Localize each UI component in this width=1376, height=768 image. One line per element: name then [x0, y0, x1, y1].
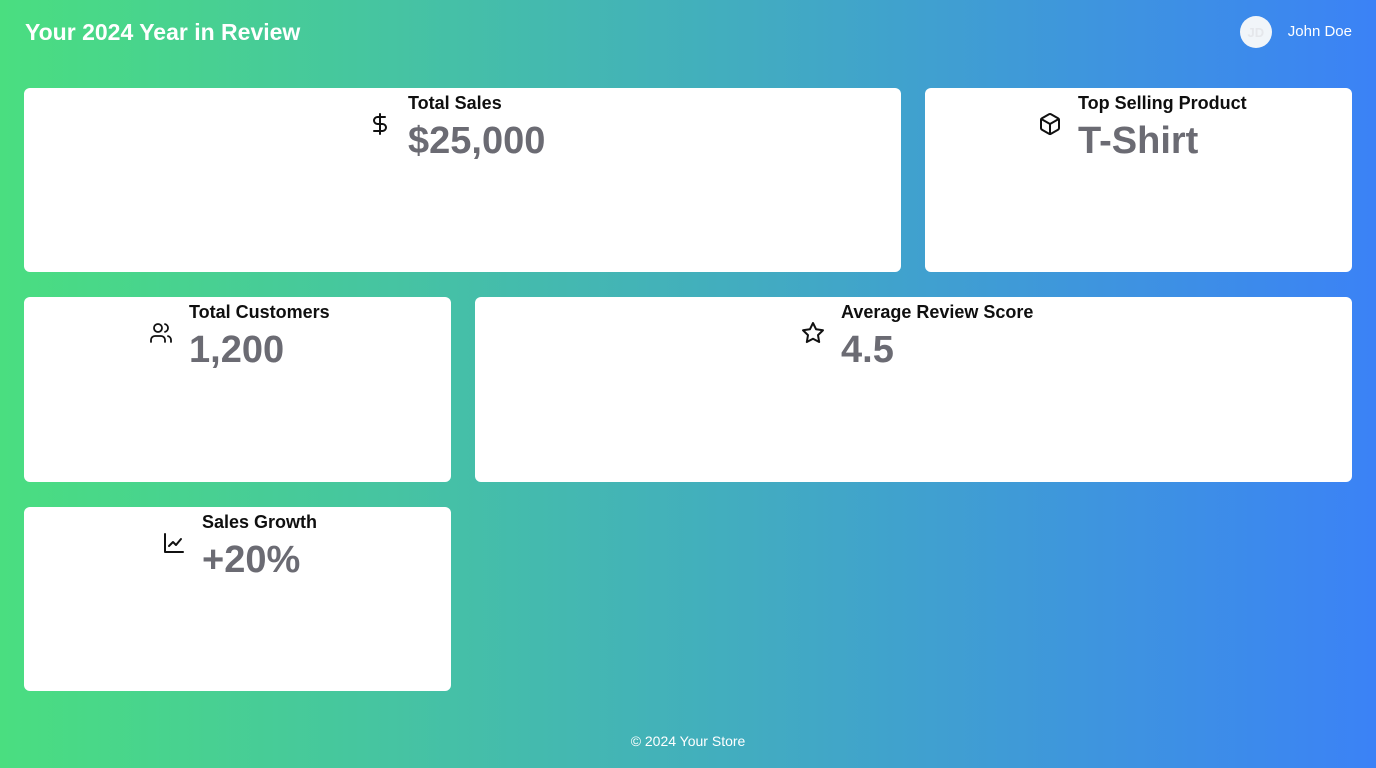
footer-copyright: © 2024 Your Store	[630, 733, 746, 749]
star-icon	[801, 321, 825, 345]
card-label: Sales Growth	[202, 512, 318, 532]
sales-growth-card: Sales Growth +20%	[24, 507, 451, 691]
top-product-card: Top Selling Product T-Shirt	[925, 88, 1352, 272]
card-value: +20%	[202, 539, 301, 581]
card-value: 4.5	[841, 329, 894, 371]
card-label: Total Customers	[189, 302, 330, 322]
chart-line-icon	[162, 531, 186, 555]
header: Your 2024 Year in Review JD John Doe	[0, 0, 1376, 64]
total-customers-card: Total Customers 1,200	[24, 297, 451, 482]
card-value: 1,200	[189, 329, 285, 371]
card-label: Total Sales	[408, 93, 502, 113]
user-menu[interactable]: JD John Doe	[1239, 16, 1352, 48]
avatar[interactable]: JD	[1239, 16, 1272, 48]
page-title: Your 2024 Year in Review	[25, 19, 301, 45]
review-score-card: Average Review Score 4.5	[475, 297, 1352, 482]
card-value: T-Shirt	[1078, 120, 1199, 162]
card-label: Average Review Score	[841, 302, 1034, 322]
card-value: $25,000	[408, 120, 546, 162]
user-name[interactable]: John Doe	[1288, 22, 1352, 42]
dollar-icon	[368, 112, 392, 136]
card-label: Top Selling Product	[1078, 93, 1247, 113]
package-icon	[1038, 112, 1062, 136]
total-sales-card: Total Sales $25,000	[24, 88, 901, 272]
users-icon	[149, 321, 173, 345]
